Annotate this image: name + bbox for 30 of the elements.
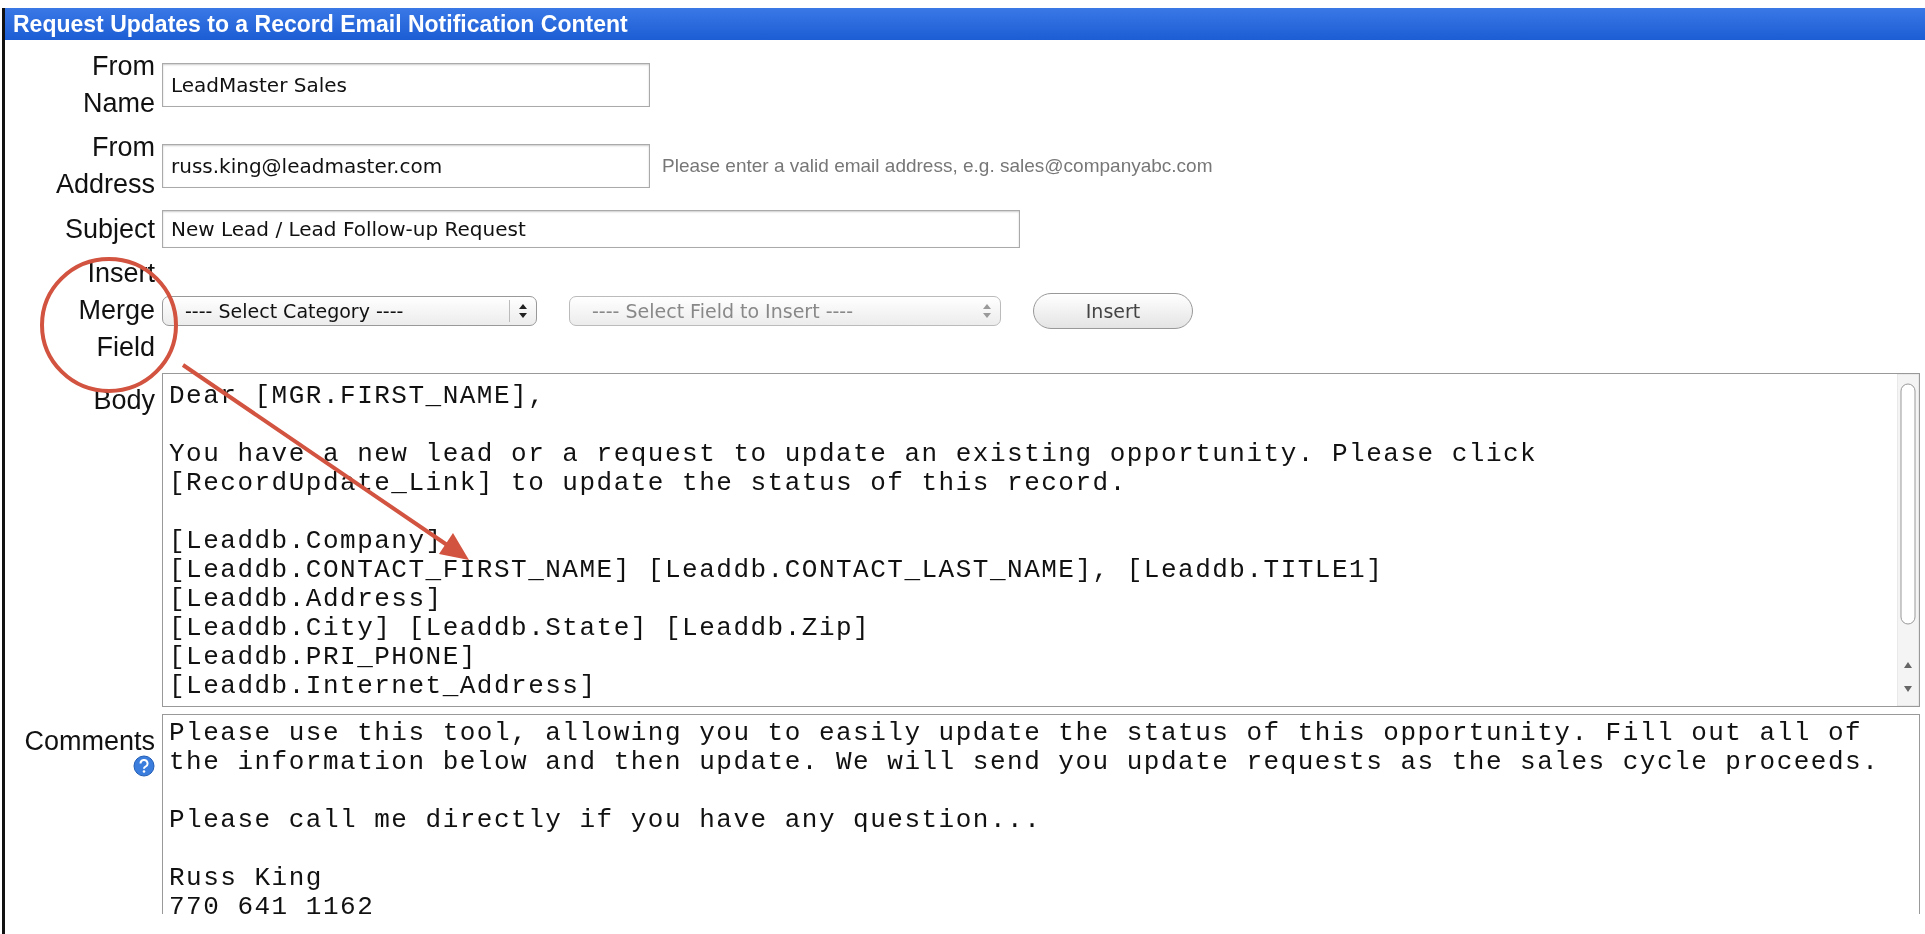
form-header: Request Updates to a Record Email Notification Content — [5, 8, 1925, 40]
text-line: [Leaddb.Internet_Address] — [169, 672, 598, 701]
text-line: You have a new lead or a request to update an existing opportunity. Please click — [169, 440, 1539, 469]
text-field[interactable]: LeadMaster Sales — [162, 63, 650, 107]
text-line: Please call me directly if you have any question... — [169, 806, 1043, 835]
text-line: Please use this tool, allowing you to easily update the status of this opportunity. Fill out all of — [169, 719, 1864, 748]
field-label: Subject — [64, 212, 155, 246]
text-line: Russ King — [169, 864, 324, 893]
field-label: From Address — [55, 131, 155, 201]
field-label: From Name — [83, 50, 155, 120]
field-label: Insert Merge Field — [78, 257, 155, 364]
hint-text: Please enter a valid email address, e.g. sales@companyabc.com — [662, 155, 1213, 177]
field-label: Comments — [24, 727, 155, 755]
updown-arrow-icon — [518, 302, 528, 319]
text-line: the information below and then update. We will send you update requests as the sales cycle proceeds. — [169, 748, 1881, 777]
insert-button[interactable]: Insert — [1033, 292, 1193, 329]
text-line: [Leaddb.Company] — [169, 527, 444, 556]
text-field[interactable]: russ.king@leadmaster.com — [162, 144, 650, 188]
text-area[interactable] — [162, 714, 1920, 914]
help-icon[interactable] — [133, 755, 155, 777]
text-line: 770 641 1162 — [169, 893, 376, 914]
scrollbar[interactable] — [1897, 374, 1919, 706]
text-line: [Leaddb.City] [Leaddb.State] [Leaddb.Zip] — [169, 614, 872, 643]
dropdown[interactable]: ---- Select Category ---- — [162, 295, 537, 326]
updown-arrow-icon — [982, 302, 992, 319]
text-line: [Leaddb.CONTACT_FIRST_NAME] [Leaddb.CONTACT_LAST_NAME], [Leaddb.TITLE1] — [169, 556, 1385, 585]
text-field[interactable]: New Lead / Lead Follow-up Request — [162, 210, 1020, 248]
text-line: [Leaddb.Address] — [169, 585, 444, 614]
text-area[interactable] — [162, 373, 1920, 707]
text-line: [Leaddb.PRI_PHONE] — [169, 643, 478, 672]
